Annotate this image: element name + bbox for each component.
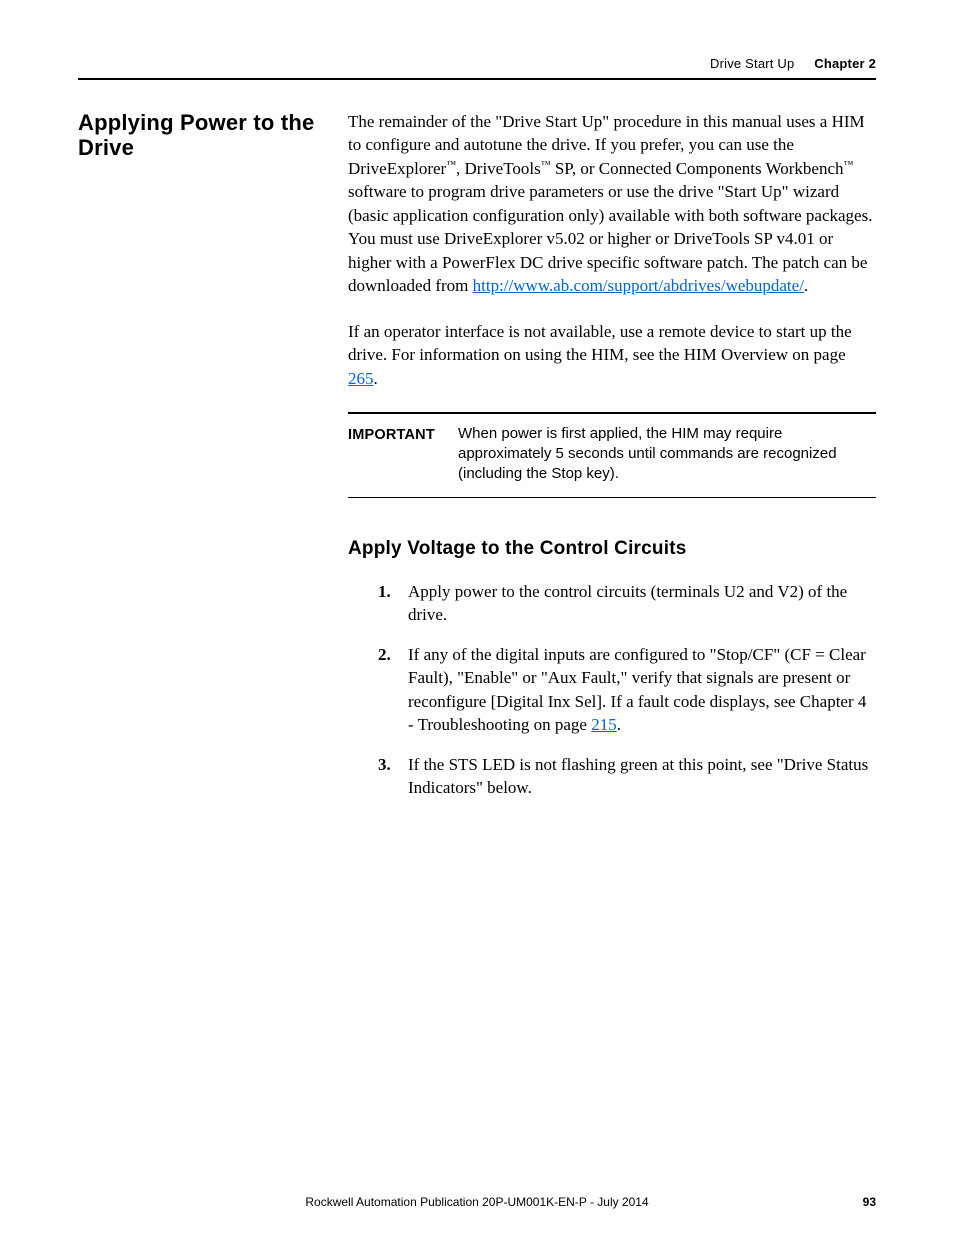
body-column: The remainder of the "Drive Start Up" pr… xyxy=(348,110,876,816)
step-text: . xyxy=(617,715,621,734)
important-text: When power is first applied, the HIM may… xyxy=(458,424,876,485)
steps-list: Apply power to the control circuits (ter… xyxy=(348,580,876,800)
text: . xyxy=(374,369,378,388)
running-header: Drive Start Up Chapter 2 xyxy=(78,56,876,71)
page: Drive Start Up Chapter 2 Applying Power … xyxy=(0,0,954,1235)
step-2: If any of the digital inputs are configu… xyxy=(348,643,876,737)
step-3: If the STS LED is not flashing green at … xyxy=(348,753,876,800)
publication-id: Rockwell Automation Publication 20P-UM00… xyxy=(118,1195,836,1209)
trademark-symbol: ™ xyxy=(541,159,551,170)
paragraph-intro: The remainder of the "Drive Start Up" pr… xyxy=(348,110,876,298)
step-text: If any of the digital inputs are configu… xyxy=(408,645,866,734)
page-footer: Rockwell Automation Publication 20P-UM00… xyxy=(78,1195,876,1209)
text: , DriveTools xyxy=(456,159,541,178)
text: . xyxy=(804,276,808,295)
header-chapter: Chapter 2 xyxy=(814,56,876,71)
page-ref-link[interactable]: 215 xyxy=(591,715,617,734)
header-rule xyxy=(78,78,876,80)
important-label: IMPORTANT xyxy=(348,424,458,485)
subheading: Apply Voltage to the Control Circuits xyxy=(348,536,876,562)
header-section: Drive Start Up xyxy=(710,56,794,71)
step-text: Apply power to the control circuits (ter… xyxy=(408,582,847,624)
section-heading: Applying Power to the Drive xyxy=(78,110,343,161)
trademark-symbol: ™ xyxy=(446,159,456,170)
page-number: 93 xyxy=(836,1195,876,1209)
trademark-symbol: ™ xyxy=(844,159,854,170)
patch-download-link[interactable]: http://www.ab.com/support/abdrives/webup… xyxy=(473,276,804,295)
important-callout: IMPORTANT When power is first applied, t… xyxy=(348,412,876,498)
text: If an operator interface is not availabl… xyxy=(348,322,852,364)
step-1: Apply power to the control circuits (ter… xyxy=(348,580,876,627)
page-ref-link[interactable]: 265 xyxy=(348,369,374,388)
link-text: http:// xyxy=(473,276,514,295)
paragraph-him: If an operator interface is not availabl… xyxy=(348,320,876,390)
link-text: www.ab.com/support/abdrives/webupdate/ xyxy=(513,276,804,295)
step-text: If the STS LED is not flashing green at … xyxy=(408,755,868,797)
text: SP, or Connected Components Workbench xyxy=(551,159,844,178)
